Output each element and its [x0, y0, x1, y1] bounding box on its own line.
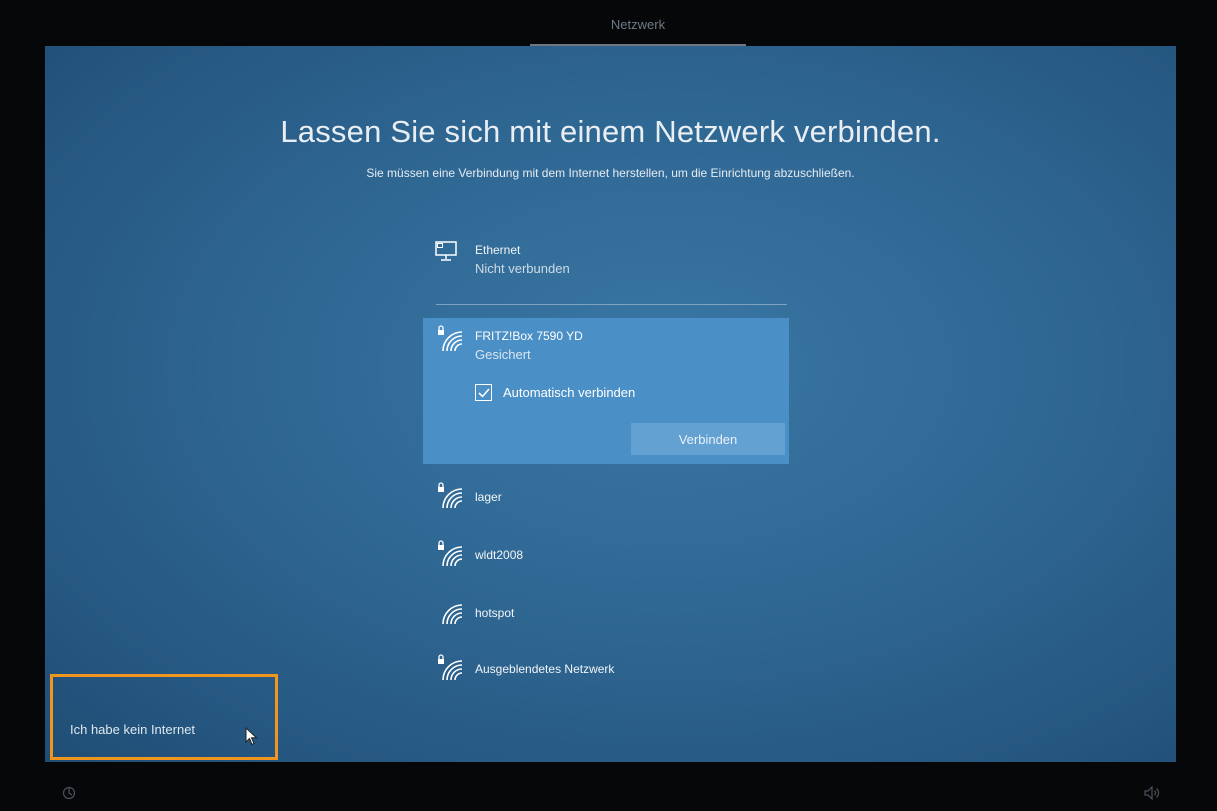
- ethernet-name: Ethernet: [475, 243, 521, 257]
- auto-connect-label: Automatisch verbinden: [503, 385, 636, 400]
- tab-label: Netzwerk: [610, 17, 666, 32]
- network-name: hotspot: [475, 606, 515, 620]
- network-name: wldt2008: [475, 548, 524, 562]
- divider: [436, 304, 787, 305]
- network-item-wldt2008[interactable]: wldt2008: [423, 536, 789, 576]
- network-name: FRITZ!Box 7590 YD: [475, 329, 583, 343]
- network-list: Ethernet Nicht verbunden FRITZ!Box 7590 …: [423, 232, 789, 681]
- tab-netzwerk: Netzwerk: [530, 0, 746, 46]
- ethernet-status: Nicht verbunden: [475, 261, 570, 276]
- connect-button[interactable]: Verbinden: [631, 423, 785, 455]
- ethernet-item[interactable]: Ethernet Nicht verbunden: [423, 232, 789, 292]
- wifi-open-icon: [442, 604, 463, 625]
- network-name: lager: [475, 490, 502, 504]
- ethernet-monitor-icon: [435, 241, 457, 261]
- checkmark-icon: [477, 387, 490, 398]
- page-title: Lassen Sie sich mit einem Netzwerk verbi…: [280, 114, 941, 149]
- volume-icon[interactable]: [1144, 786, 1160, 800]
- network-status: Gesichert: [475, 347, 531, 362]
- selected-network-item[interactable]: FRITZ!Box 7590 YD Gesichert Automatisch …: [423, 318, 789, 464]
- checkbox-box[interactable]: [475, 384, 492, 401]
- wifi-secured-icon: [438, 654, 463, 681]
- network-item-hidden[interactable]: Ausgeblendetes Netzwerk: [423, 650, 789, 690]
- network-name: Ausgeblendetes Netzwerk: [475, 662, 615, 676]
- network-item-lager[interactable]: lager: [423, 478, 789, 518]
- network-item-hotspot[interactable]: hotspot: [423, 594, 789, 634]
- wifi-secured-icon: [438, 482, 463, 509]
- no-internet-link[interactable]: Ich habe kein Internet: [70, 722, 195, 737]
- wifi-secured-icon: [438, 540, 463, 567]
- mouse-cursor-icon: [245, 727, 258, 746]
- page-subtitle: Sie müssen eine Verbindung mit dem Inter…: [366, 166, 855, 180]
- wifi-secured-icon: [438, 325, 463, 352]
- oobe-screen: Lassen Sie sich mit einem Netzwerk verbi…: [45, 46, 1176, 762]
- highlight-box: [50, 674, 278, 760]
- ease-of-access-icon[interactable]: [62, 786, 76, 800]
